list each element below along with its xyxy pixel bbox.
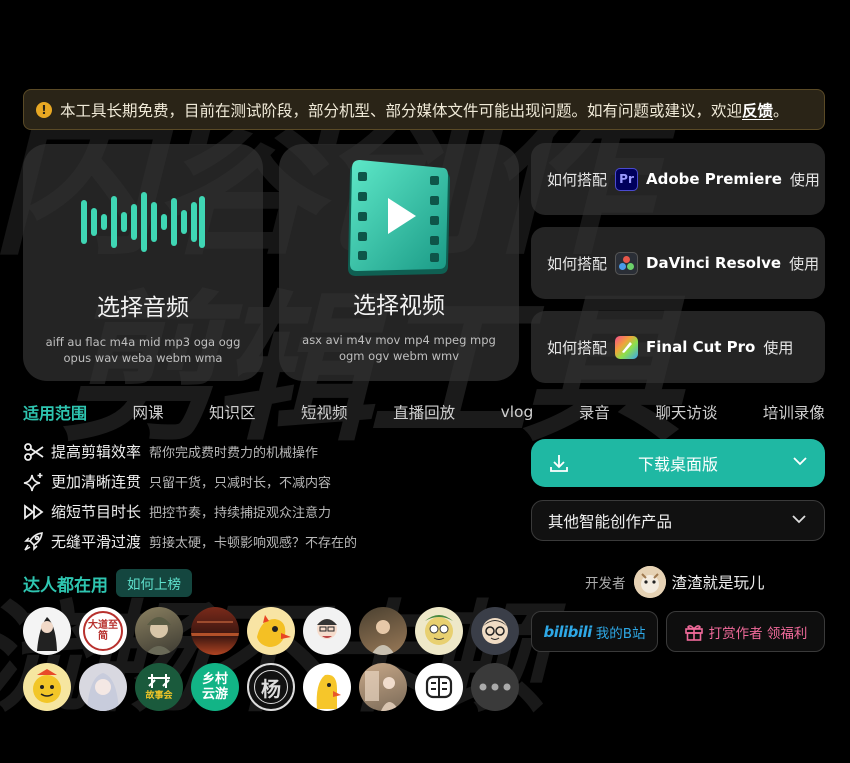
chevron-down-icon <box>793 457 807 466</box>
warning-icon: ! <box>36 101 52 118</box>
creator-avatar[interactable] <box>303 607 351 655</box>
bilibili-label: 我的B站 <box>595 625 646 642</box>
creator-avatar[interactable]: 故事会 <box>135 663 183 711</box>
scope-item[interactable]: 短视频 <box>301 401 348 423</box>
feature-desc: 帮你完成费时费力的机械操作 <box>149 446 319 461</box>
premiere-icon: Pr <box>615 167 639 191</box>
creator-avatar[interactable] <box>23 607 71 655</box>
creator-avatar[interactable]: 大道至简 <box>79 607 127 655</box>
rocket-icon <box>24 531 43 551</box>
scissors-icon <box>24 442 44 461</box>
bilibili-button[interactable]: bilibili 我的B站 <box>531 611 658 652</box>
users-header: 达人都在用 如何上榜 <box>23 569 192 597</box>
download-desktop-button[interactable]: 下载桌面版 <box>531 439 825 487</box>
final-cut-pro-icon <box>615 335 639 359</box>
howto-app-name: Final Cut Pro <box>646 338 756 356</box>
select-video-title: 选择视频 <box>353 293 445 319</box>
sparkle-icon <box>23 472 43 491</box>
creator-avatar[interactable]: 乡村云游 <box>191 663 239 711</box>
developer-label: 开发者 <box>585 576 626 592</box>
creator-avatar[interactable] <box>415 663 463 711</box>
gift-icon <box>684 624 703 641</box>
howto-finalcut-card[interactable]: 如何搭配 Final Cut Pro 使用 <box>531 311 825 383</box>
bilibili-logo-icon: bilibili <box>543 622 592 641</box>
scope-item[interactable]: vlog <box>501 403 534 421</box>
more-dots-icon <box>479 683 511 691</box>
scope-item[interactable]: 网课 <box>133 401 164 423</box>
feature-desc: 剪接太硬，卡顿影响观感？不存在的 <box>149 536 358 551</box>
howto-suffix: 使用 <box>763 338 794 357</box>
feature-row: 无缝平滑过渡 剪接太硬，卡顿影响观感？不存在的 <box>23 531 357 552</box>
how-to-list-button[interactable]: 如何上榜 <box>116 569 192 597</box>
video-film-icon <box>344 158 454 284</box>
howto-prefix: 如何搭配 <box>547 338 608 357</box>
howto-suffix: 使用 <box>789 254 820 273</box>
creator-avatar[interactable] <box>247 607 295 655</box>
creator-avatar[interactable] <box>303 663 351 711</box>
creator-avatar[interactable]: 杨 <box>247 663 295 711</box>
app-root: ! 本工具长期免费，目前在测试阶段，部分机型、部分媒体文件可能出现问题。如有问题… <box>0 0 850 763</box>
avatar-logo: 大道至简 <box>83 611 123 651</box>
howto-suffix: 使用 <box>789 170 820 189</box>
feature-title: 提高剪辑效率 <box>51 443 142 461</box>
scope-label: 适用范围 <box>23 404 88 423</box>
feature-title: 无缝平滑过渡 <box>51 533 142 551</box>
creator-avatar[interactable] <box>359 607 407 655</box>
howto-app-name: DaVinci Resolve <box>646 254 782 272</box>
more-creators-button[interactable] <box>471 663 519 711</box>
howto-prefix: 如何搭配 <box>547 254 608 273</box>
feature-title: 更加清晰连贯 <box>51 473 142 491</box>
feature-row: 缩短节目时长 把控节奏，持续捕捉观众注意力 <box>23 501 331 522</box>
scope-item[interactable]: 聊天访谈 <box>655 401 717 423</box>
creator-avatar[interactable] <box>135 607 183 655</box>
audio-waveform-icon <box>81 192 205 252</box>
notice-banner: ! 本工具长期免费，目前在测试阶段，部分机型、部分媒体文件可能出现问题。如有问题… <box>23 89 825 130</box>
howto-prefix: 如何搭配 <box>547 170 608 189</box>
users-title: 达人都在用 <box>23 575 108 596</box>
feature-title: 缩短节目时长 <box>51 503 142 521</box>
creator-avatar[interactable] <box>23 663 71 711</box>
select-audio-card[interactable]: 选择音频 aiff au flac m4a mid mp3 oga ogg op… <box>23 144 263 381</box>
howto-premiere-card[interactable]: 如何搭配 Pr Adobe Premiere 使用 <box>531 143 825 215</box>
select-video-card[interactable]: 选择视频 asx avi m4v mov mp4 mpeg mpg ogm og… <box>279 144 519 381</box>
tip-author-button[interactable]: 打赏作者 领福利 <box>666 611 825 652</box>
feature-desc: 把控节奏，持续捕捉观众注意力 <box>149 506 332 521</box>
avatar-logo: 故事会 <box>145 672 173 703</box>
scope-item[interactable]: 直播回放 <box>393 401 455 423</box>
scope-item[interactable]: 知识区 <box>209 401 256 423</box>
notice-text: 本工具长期免费，目前在测试阶段，部分机型、部分媒体文件可能出现问题。如有问题或建… <box>60 101 743 120</box>
download-label: 下载桌面版 <box>637 455 718 474</box>
feature-row: 更加清晰连贯 只留干货，只减时长，不减内容 <box>23 471 331 492</box>
feedback-link[interactable]: 反馈 <box>742 99 773 121</box>
notice-end: 。 <box>773 101 789 120</box>
chevron-down-icon <box>792 515 806 524</box>
other-products-label: 其他智能创作产品 <box>548 512 673 531</box>
davinci-resolve-icon <box>615 251 639 275</box>
avatar-logo: 杨 <box>254 670 288 704</box>
tip-author-label: 打赏作者 领福利 <box>708 625 808 642</box>
creator-avatar[interactable] <box>359 663 407 711</box>
audio-formats: aiff au flac m4a mid mp3 oga ogg opus wa… <box>45 335 241 365</box>
creator-avatar[interactable] <box>79 663 127 711</box>
howto-app-name: Adobe Premiere <box>646 170 782 188</box>
scope-item[interactable]: 录音 <box>579 401 610 423</box>
feature-desc: 只留干货，只减时长，不减内容 <box>149 476 332 491</box>
video-formats: asx avi m4v mov mp4 mpeg mpg ogm ogv web… <box>302 333 496 363</box>
creator-avatar[interactable] <box>415 607 463 655</box>
developer-name: 渣渣就是玩儿 <box>671 574 765 592</box>
select-audio-title: 选择音频 <box>97 295 189 321</box>
developer-avatar[interactable] <box>633 566 666 598</box>
creator-avatar[interactable] <box>191 607 239 655</box>
other-products-dropdown[interactable]: 其他智能创作产品 <box>531 500 825 541</box>
developer-info: 开发者 渣渣就是玩儿 <box>585 566 765 598</box>
download-icon <box>550 455 568 472</box>
creator-avatar[interactable] <box>471 607 519 655</box>
scope-tabs: 适用范围 网课 知识区 短视频 直播回放 vlog 录音 聊天访谈 培训录像 <box>23 400 825 424</box>
scope-item[interactable]: 培训录像 <box>763 401 825 423</box>
feature-row: 提高剪辑效率 帮你完成费时费力的机械操作 <box>23 441 318 462</box>
avatar-logo: 乡村云游 <box>201 672 228 702</box>
howto-davinci-card[interactable]: 如何搭配 DaVinci Resolve 使用 <box>531 227 825 299</box>
fast-forward-icon <box>24 503 44 520</box>
